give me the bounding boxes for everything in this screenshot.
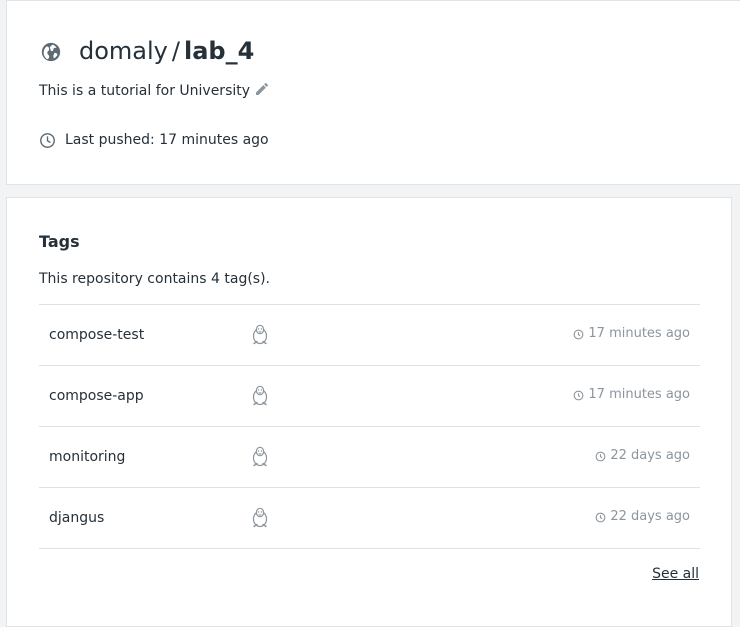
repository-owner[interactable]: domaly [79, 37, 168, 65]
clock-icon [573, 329, 584, 339]
tag-time: 22 days ago [595, 447, 690, 465]
see-all-link[interactable]: See all [652, 564, 699, 584]
tag-name[interactable]: compose-app [49, 386, 144, 406]
tags-card: Tags This repository contains 4 tag(s). … [6, 197, 732, 627]
tag-time-text: 17 minutes ago [588, 326, 690, 341]
clock-icon [573, 390, 584, 400]
repository-title: domaly / lab_4 [79, 35, 254, 67]
tag-time-text: 22 days ago [610, 509, 690, 524]
repository-name: lab_4 [183, 37, 255, 65]
tags-count: This repository contains 4 tag(s). [39, 271, 270, 287]
tag-time: 22 days ago [595, 508, 690, 526]
repository-header-card: domaly / lab_4 This is a tutorial for Univ… [6, 0, 740, 185]
tag-list: compose-test 17 minutes ago compose-app [39, 304, 700, 549]
linux-tux-icon [252, 446, 268, 467]
tag-row[interactable]: compose-app 17 minutes ago [39, 366, 700, 427]
tag-name[interactable]: compose-test [49, 325, 144, 345]
tag-time: 17 minutes ago [573, 386, 690, 404]
tag-row[interactable]: monitoring 22 days ago [39, 427, 700, 488]
edit-pencil-icon[interactable] [254, 81, 270, 97]
clock-icon [595, 451, 606, 461]
globe-icon [41, 42, 61, 62]
repository-description: This is a tutorial for University [39, 83, 251, 99]
last-pushed: Last pushed: 17 minutes ago [39, 130, 269, 150]
tags-heading: Tags [39, 232, 80, 251]
tag-time-text: 22 days ago [610, 448, 690, 463]
tag-name[interactable]: monitoring [49, 447, 125, 467]
tag-row[interactable]: djangus 22 days ago [39, 488, 700, 549]
tag-name[interactable]: djangus [49, 508, 104, 528]
linux-tux-icon [252, 507, 268, 528]
tag-row[interactable]: compose-test 17 minutes ago [39, 305, 700, 366]
tag-time: 17 minutes ago [573, 325, 690, 343]
clock-icon [40, 132, 55, 148]
last-pushed-text: Last pushed: 17 minutes ago [65, 132, 269, 148]
tag-time-text: 17 minutes ago [588, 387, 690, 402]
clock-icon [595, 512, 606, 522]
linux-tux-icon [252, 324, 268, 345]
linux-tux-icon [252, 385, 268, 406]
title-separator: / [171, 37, 180, 65]
